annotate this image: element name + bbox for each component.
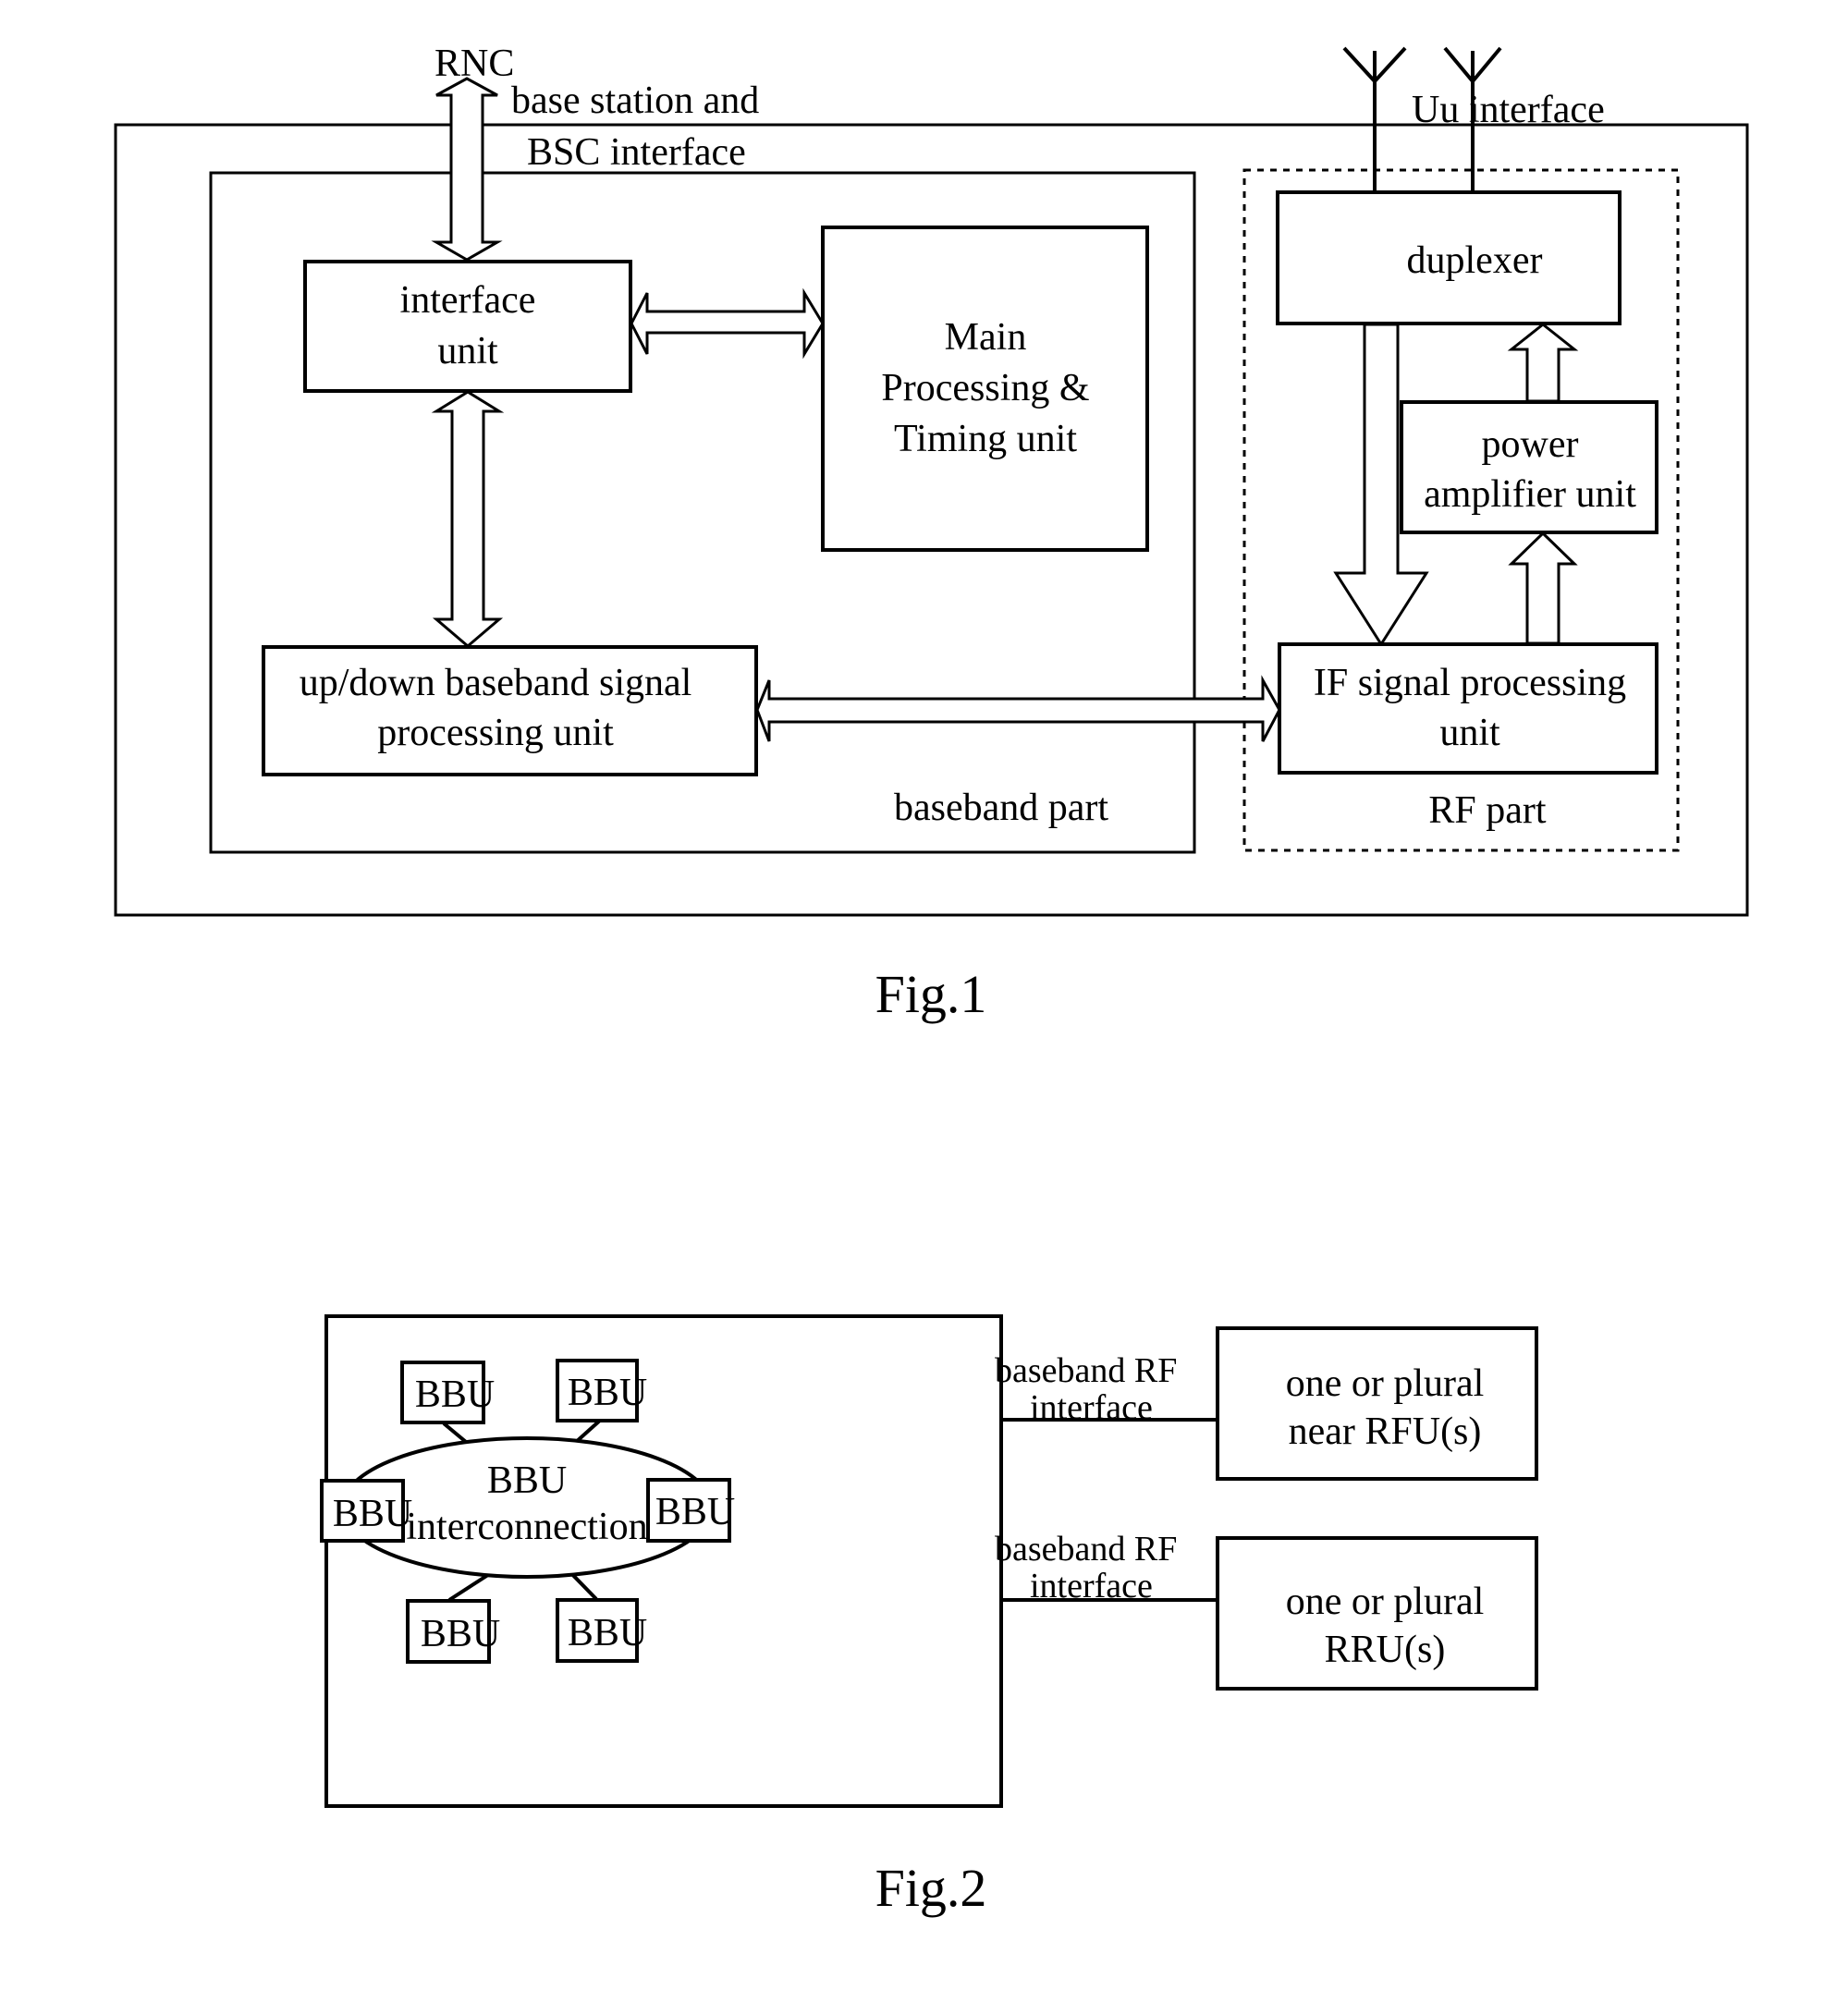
interface-main-arrow xyxy=(630,287,825,360)
bsc-interface-label-line1: base station and xyxy=(511,79,759,122)
figure-1: RNC base station and BSC interface inter… xyxy=(114,43,1749,1024)
pa-duplexer-arrow xyxy=(1507,323,1579,403)
svg-text:BBU: BBU xyxy=(421,1613,500,1655)
near-rfu-label-line2: near RFU(s) xyxy=(1289,1410,1482,1453)
baseband-signal-label-line1: up/down baseband signal xyxy=(300,662,692,704)
interface-baseband-arrow xyxy=(431,390,505,648)
svg-text:BBU: BBU xyxy=(568,1372,647,1414)
near-rfu-label-line1: one or plural xyxy=(1286,1362,1485,1405)
main-processing-label-line3: Timing unit xyxy=(894,418,1077,460)
rnc-interface-arrow xyxy=(431,77,503,262)
baseband-rf-interface-label-line1: baseband RF xyxy=(995,1351,1177,1390)
if-pa-arrow xyxy=(1508,531,1578,645)
uu-interface-label: Uu interface xyxy=(1412,89,1605,131)
duplexer-label: duplexer xyxy=(1407,239,1543,282)
bbu-interconnection-label-line1: BBU xyxy=(487,1459,567,1502)
bbu-block: BBU xyxy=(556,1598,647,1663)
main-processing-label-line1: Main xyxy=(945,316,1027,359)
power-amplifier-label-line2: amplifier unit xyxy=(1424,473,1636,516)
figure-2-caption: Fig.2 xyxy=(875,1858,987,1918)
if-signal-label-line2: unit xyxy=(1439,712,1500,754)
rnc-label: RNC xyxy=(434,43,514,85)
main-processing-label-line2: Processing & xyxy=(881,367,1089,409)
power-amplifier-label-line1: power xyxy=(1482,423,1579,466)
svg-text:BBU: BBU xyxy=(415,1373,495,1416)
baseband-if-arrow xyxy=(755,675,1281,742)
interface-unit-label-line2: unit xyxy=(437,330,498,372)
rru-label-line1: one or plural xyxy=(1286,1581,1485,1623)
bbu-block: BBU xyxy=(320,1479,412,1543)
patent-drawing-sheet: RNC base station and BSC interface inter… xyxy=(114,43,1749,1918)
bbu-block: BBU xyxy=(646,1478,735,1543)
bbu-block: BBU xyxy=(400,1361,495,1424)
figure-1-caption: Fig.1 xyxy=(875,964,987,1024)
rru-label-line2: RRU(s) xyxy=(1325,1629,1446,1671)
bbu-block: BBU xyxy=(406,1599,500,1664)
bbu-interconnection-label-line2: interconnection xyxy=(406,1506,647,1548)
baseband-signal-label-line2: processing unit xyxy=(377,712,614,754)
svg-text:BBU: BBU xyxy=(655,1491,735,1533)
bsc-interface-label-line2: BSC interface xyxy=(527,131,746,174)
bbu-block: BBU xyxy=(556,1359,647,1422)
interface-unit-label-line1: interface xyxy=(400,279,536,322)
baseband-rf-interface-label-line1: baseband RF xyxy=(995,1530,1177,1569)
rf-part-label: RF part xyxy=(1428,789,1547,832)
svg-text:BBU: BBU xyxy=(333,1493,412,1535)
if-signal-label-line1: IF signal processing xyxy=(1314,662,1626,704)
figure-2: BBU interconnection BBU BBU BBU BBU BBU … xyxy=(320,1314,1538,1918)
baseband-part-label: baseband part xyxy=(894,787,1108,829)
svg-text:BBU: BBU xyxy=(568,1612,647,1654)
